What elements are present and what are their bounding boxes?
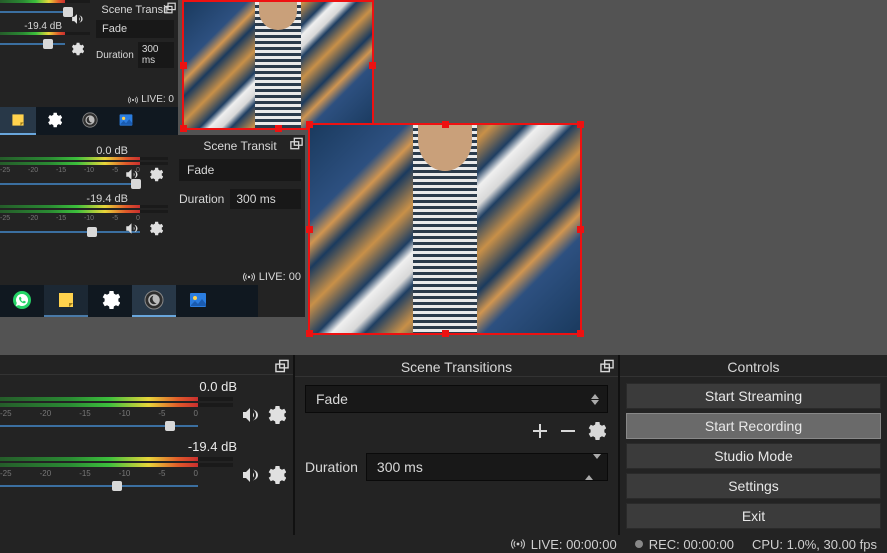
source-preview-large[interactable] — [308, 123, 582, 335]
duration-input[interactable]: 300 ms — [366, 453, 608, 481]
db-readout: 0.0 dB — [0, 379, 287, 397]
cpu-status: CPU: 1.0%, 30.00 fps — [752, 537, 877, 552]
add-transition-button[interactable] — [528, 419, 552, 443]
popout-icon[interactable] — [600, 359, 614, 373]
speaker-icon[interactable] — [239, 404, 261, 426]
duration-input[interactable]: 300 ms — [138, 42, 174, 68]
gear-icon[interactable] — [144, 163, 166, 185]
panel-title: Controls — [727, 359, 779, 375]
controls-panel: Controls Start Streaming Start Recording… — [620, 355, 887, 535]
status-bar: LIVE: 00:00:00 REC: 00:00:00 CPU: 1.0%, … — [0, 535, 887, 553]
speaker-icon[interactable] — [66, 8, 88, 30]
panel-title: Scene Transit — [179, 139, 301, 153]
vu-meter — [0, 205, 168, 208]
vu-meter — [0, 210, 168, 213]
taskbar-obs[interactable] — [132, 285, 176, 317]
meter-ticks: -25-20-15-10-50 — [0, 469, 233, 479]
duration-label: Duration — [96, 50, 134, 61]
mini-mixer: 0.0 dB -25-20-15-10-50 -19.4 dB -25-20-1… — [0, 145, 168, 241]
panel-title: Scene Transitions — [401, 359, 512, 375]
vu-meter — [0, 397, 233, 401]
meter-ticks: -25-20-15-10-50 — [0, 409, 233, 419]
start-recording-button[interactable]: Start Recording — [626, 413, 881, 439]
live-status: LIVE: 0 — [128, 94, 174, 105]
taskbar — [0, 285, 258, 317]
transition-settings-button[interactable] — [584, 419, 608, 443]
speaker-icon[interactable] — [239, 464, 261, 486]
mini-mixer: -19.4 dB — [0, 0, 90, 53]
gear-icon[interactable] — [144, 217, 166, 239]
speaker-icon[interactable] — [120, 163, 142, 185]
background-window-medium: 0.0 dB -25-20-15-10-50 -19.4 dB -25-20-1… — [0, 135, 305, 317]
start-streaming-button[interactable]: Start Streaming — [626, 383, 881, 409]
taskbar-settings[interactable] — [88, 285, 132, 317]
audio-channel: 0.0 dB -25-20-15-10-50 — [0, 379, 287, 433]
volume-slider[interactable] — [0, 419, 233, 433]
source-preview-small[interactable] — [182, 0, 374, 130]
popout-icon[interactable] — [275, 359, 289, 373]
vu-meter — [0, 157, 168, 160]
db-readout: 0.0 dB — [0, 145, 168, 157]
record-dot-icon — [635, 540, 643, 548]
remove-transition-button[interactable] — [556, 419, 580, 443]
vu-meter — [0, 463, 233, 467]
studio-mode-button[interactable]: Studio Mode — [626, 443, 881, 469]
vu-meter — [0, 0, 90, 3]
vu-meter — [0, 403, 233, 407]
webcam-image — [310, 125, 580, 333]
gear-icon[interactable] — [66, 38, 88, 60]
db-readout: -19.4 dB — [0, 439, 287, 457]
chevron-updown-icon — [589, 394, 601, 405]
broadcast-icon — [511, 537, 525, 551]
transition-dropdown[interactable]: Fade — [305, 385, 608, 413]
taskbar-obs[interactable] — [72, 107, 108, 135]
taskbar-sticky-notes[interactable] — [44, 285, 88, 317]
duration-label: Duration — [305, 459, 358, 475]
transition-dropdown[interactable]: Fade — [96, 20, 174, 38]
gear-icon[interactable] — [265, 464, 287, 486]
volume-slider[interactable] — [0, 479, 233, 493]
duration-label: Duration — [179, 192, 224, 206]
db-readout: -19.4 dB — [0, 193, 168, 205]
rec-status: REC: 00:00:00 — [635, 537, 734, 552]
live-status: LIVE: 00 — [243, 271, 301, 283]
chevron-updown-icon — [585, 459, 601, 475]
vu-meter — [0, 457, 233, 461]
scene-transitions-panel: Scene Transitions Fade Duration 300 ms — [295, 355, 620, 535]
background-window-small: -19.4 dB Scene Transit Fade Duration 300… — [0, 0, 178, 135]
taskbar — [0, 107, 178, 135]
audio-channel: -19.4 dB -25-20-15-10-50 — [0, 439, 287, 493]
mini-scene-transitions: Scene Transit Fade Duration 300 ms — [175, 135, 305, 213]
gear-icon[interactable] — [265, 404, 287, 426]
settings-button[interactable]: Settings — [626, 473, 881, 499]
audio-mixer-panel: 0.0 dB -25-20-15-10-50 -19.4 dB — [0, 355, 295, 535]
live-status: LIVE: 00:00:00 — [511, 537, 617, 552]
taskbar-sticky-notes[interactable] — [0, 107, 36, 135]
taskbar-photos[interactable] — [108, 107, 144, 135]
exit-button[interactable]: Exit — [626, 503, 881, 529]
panel-title: Scene Transit — [96, 4, 174, 16]
duration-input[interactable]: 300 ms — [230, 189, 301, 209]
taskbar-photos[interactable] — [176, 285, 220, 317]
taskbar-whatsapp[interactable] — [0, 285, 44, 317]
bottom-dock: 0.0 dB -25-20-15-10-50 -19.4 dB — [0, 355, 887, 535]
webcam-image — [184, 2, 372, 128]
taskbar-settings[interactable] — [36, 107, 72, 135]
transition-dropdown[interactable]: Fade — [179, 159, 301, 181]
speaker-icon[interactable] — [120, 217, 142, 239]
mini-scene-transitions: Scene Transit Fade Duration 300 ms — [92, 0, 178, 72]
